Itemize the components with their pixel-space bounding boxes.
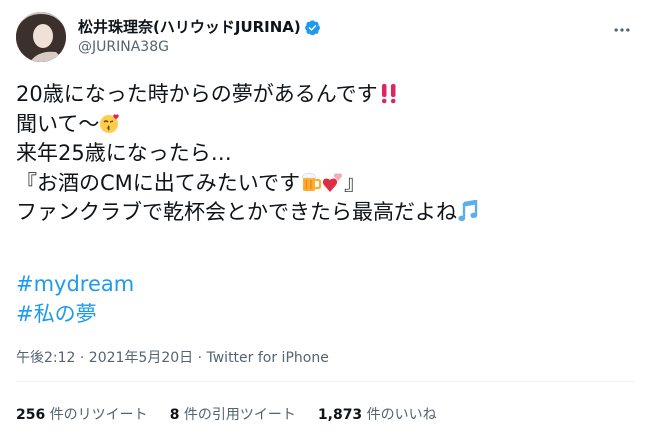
hashtag-link[interactable]: #mydream: [16, 270, 134, 300]
tweet-line-text: ファンクラブで乾杯会とかできたら最高だよね: [16, 200, 457, 224]
kissing-face-icon: [99, 112, 121, 134]
tweet-line: 『お酒のCMに出てみたいです 』: [16, 169, 634, 199]
tweet-header: 松井珠理奈(ハリウッドJURINA) @JURINA38G: [16, 10, 634, 64]
retweets-count: 256: [16, 407, 46, 423]
quotes-stat[interactable]: 8 件の引用ツイート: [170, 404, 296, 424]
tweet-card: 松井珠理奈(ハリウッドJURINA) @JURINA38G 20歳になった時から…: [0, 0, 650, 441]
hashtags: #mydream #私の夢: [16, 270, 134, 329]
avatar[interactable]: [16, 12, 66, 62]
musical-notes-icon: [457, 199, 479, 222]
tweet-line: 聞いて〜: [16, 110, 634, 140]
tweet-line-text: 』: [344, 170, 366, 195]
tweet-line-text: 『お酒のCMに出てみたいです: [16, 170, 301, 195]
tweet-line-text: 来年25歳になったら…: [16, 141, 232, 165]
beer-mug-icon: [300, 171, 322, 193]
display-name[interactable]: 松井珠理奈(ハリウッドJURINA): [78, 17, 301, 37]
user-identity: 松井珠理奈(ハリウッドJURINA) @JURINA38G: [78, 17, 321, 57]
tweet-line: 20歳になった時からの夢があるんです: [16, 80, 634, 110]
tweet-stats: 256 件のリツイート 8 件の引用ツイート 1,873 件のいいね: [16, 404, 459, 424]
tweet-line-text: 20歳になった時からの夢があるんです: [16, 82, 378, 106]
likes-label: 件のいいね: [366, 407, 437, 423]
tweet-line-text: 聞いて〜: [16, 111, 100, 136]
double-exclamation-icon: [378, 82, 400, 104]
tweet-line: 来年25歳になったら…: [16, 139, 634, 169]
divider: [16, 381, 634, 382]
tweet-line: ファンクラブで乾杯会とかできたら最高だよね: [16, 198, 634, 228]
retweets-stat[interactable]: 256 件のリツイート: [16, 404, 148, 424]
user-handle[interactable]: @JURINA38G: [78, 37, 321, 57]
retweets-label: 件のリツイート: [49, 407, 148, 423]
tweet-timestamp[interactable]: 午後2:12 · 2021年5月20日 · Twitter for iPhone: [16, 347, 329, 367]
likes-stat[interactable]: 1,873 件のいいね: [318, 404, 437, 424]
quotes-count: 8: [169, 407, 180, 423]
two-hearts-icon: [322, 171, 344, 193]
hashtag-link[interactable]: #私の夢: [16, 300, 134, 330]
likes-count: 1,873: [317, 407, 363, 423]
tweet-text: 20歳になった時からの夢があるんです 聞いて〜 来年25歳になったら… 『お酒の…: [16, 80, 634, 228]
quotes-label: 件の引用ツイート: [183, 407, 296, 423]
verified-badge-icon: [304, 19, 321, 36]
more-dots-icon[interactable]: [610, 18, 634, 42]
display-name-row: 松井珠理奈(ハリウッドJURINA): [78, 17, 321, 37]
